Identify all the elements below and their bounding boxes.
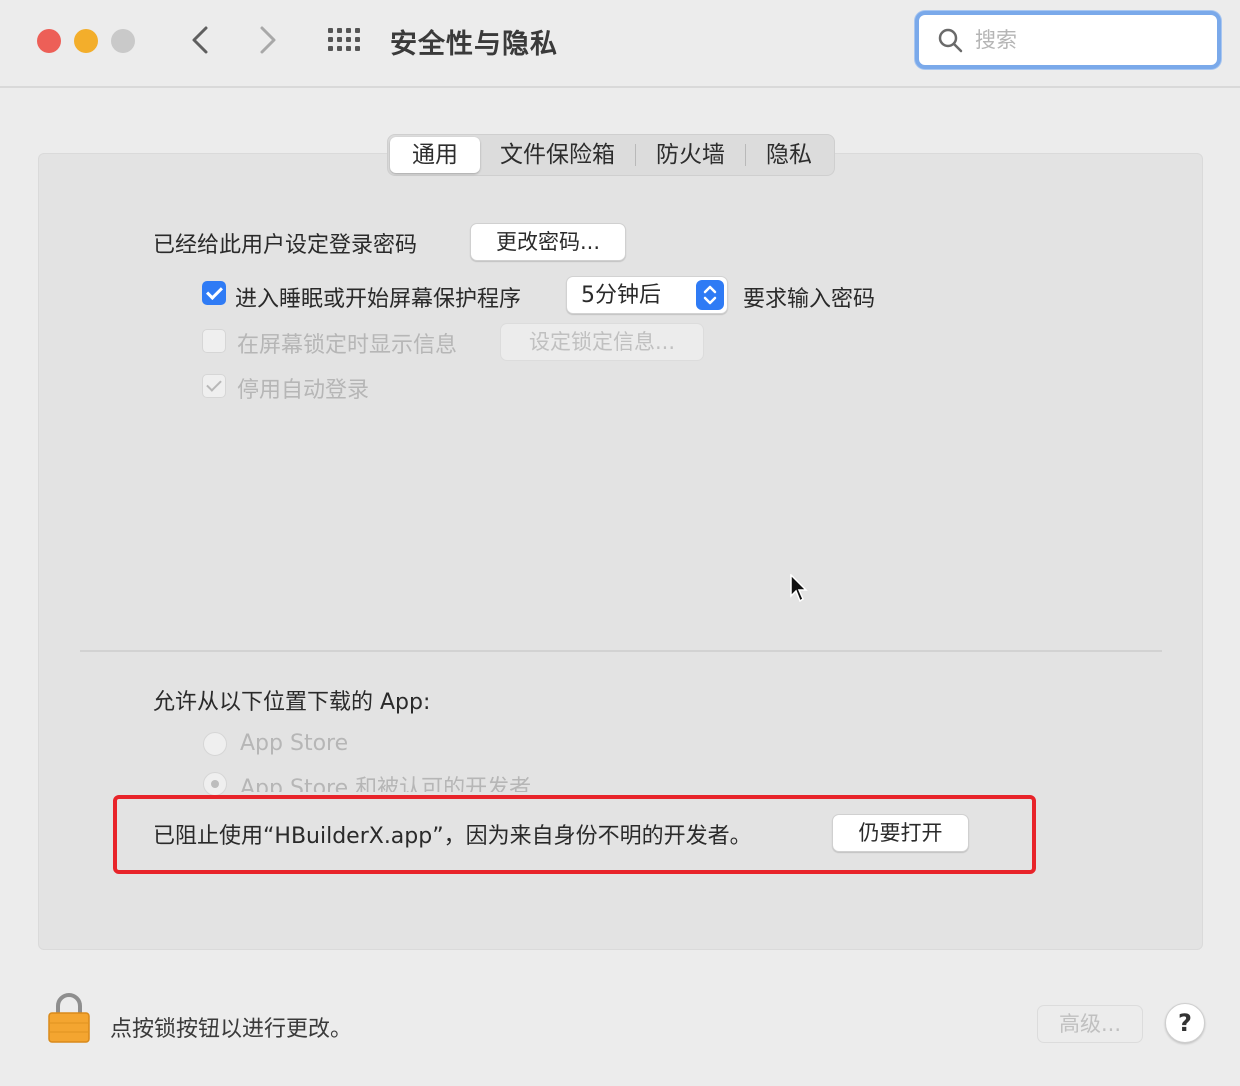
grid-icon bbox=[328, 28, 333, 33]
tab-filevault[interactable]: 文件保险箱 bbox=[480, 137, 635, 173]
tab-bar: 通用 文件保险箱 防火墙 隐私 bbox=[387, 134, 835, 176]
zoom-button[interactable] bbox=[111, 29, 135, 53]
require-password-checkbox[interactable] bbox=[202, 281, 226, 305]
radio-app-store-label: App Store bbox=[240, 731, 349, 756]
disable-auto-login-label: 停用自动登录 bbox=[237, 378, 370, 403]
advanced-button[interactable]: 高级... bbox=[1037, 1005, 1143, 1043]
blocked-app-message: 已阻止使用“HBuilderX.app”，因为来自身份不明的开发者。 bbox=[153, 818, 752, 850]
close-button[interactable] bbox=[37, 29, 61, 53]
show-message-label: 在屏幕锁定时显示信息 bbox=[237, 333, 458, 358]
password-set-label: 已经给此用户设定登录密码 bbox=[153, 233, 418, 258]
minimize-button[interactable] bbox=[74, 29, 98, 53]
tab-general[interactable]: 通用 bbox=[390, 137, 480, 173]
show-message-checkbox[interactable] bbox=[202, 329, 226, 353]
system-preferences-window: 安全性与隐私 通用 文件保险箱 防火墙 隐私 已经给此用户设定登录密码 更改密码… bbox=[0, 0, 1240, 1086]
radio-app-store-identified[interactable] bbox=[203, 772, 227, 796]
password-delay-select[interactable]: 5分钟后 bbox=[566, 276, 728, 314]
tab-privacy[interactable]: 隐私 bbox=[746, 137, 832, 173]
radio-app-store[interactable] bbox=[203, 732, 227, 756]
set-lock-message-button[interactable]: 设定锁定信息... bbox=[500, 323, 704, 361]
search-icon bbox=[938, 28, 963, 53]
lock-message: 点按锁按钮以进行更改。 bbox=[110, 1017, 353, 1042]
require-password-label: 进入睡眠或开始屏幕保护程序 bbox=[235, 287, 522, 312]
password-delay-value: 5分钟后 bbox=[581, 283, 661, 308]
tab-firewall[interactable]: 防火墙 bbox=[636, 137, 745, 173]
open-anyway-button[interactable]: 仍要打开 bbox=[832, 814, 969, 852]
stepper-icon bbox=[696, 280, 724, 310]
title-bar: 安全性与隐私 bbox=[0, 0, 1240, 88]
window-title: 安全性与隐私 bbox=[390, 29, 558, 60]
forward-button[interactable] bbox=[248, 20, 288, 60]
change-password-button[interactable]: 更改密码... bbox=[470, 223, 626, 261]
help-button[interactable]: ? bbox=[1165, 1003, 1205, 1043]
back-button[interactable] bbox=[182, 20, 222, 60]
allow-downloads-heading: 允许从以下位置下载的 App: bbox=[153, 690, 431, 715]
chevron-right-icon bbox=[260, 26, 276, 54]
chevron-left-icon bbox=[192, 26, 208, 54]
disable-auto-login-checkbox[interactable] bbox=[202, 374, 226, 398]
mouse-cursor-icon bbox=[790, 574, 808, 603]
show-all-grid-button[interactable] bbox=[328, 28, 364, 54]
search-field[interactable] bbox=[915, 11, 1221, 69]
require-password-suffix: 要求输入密码 bbox=[743, 287, 876, 312]
radio-app-store-identified-label: App Store 和被认可的开发者 bbox=[240, 776, 532, 792]
section-divider bbox=[80, 650, 1162, 652]
lock-icon[interactable] bbox=[46, 992, 92, 1044]
search-input[interactable] bbox=[975, 23, 1205, 57]
